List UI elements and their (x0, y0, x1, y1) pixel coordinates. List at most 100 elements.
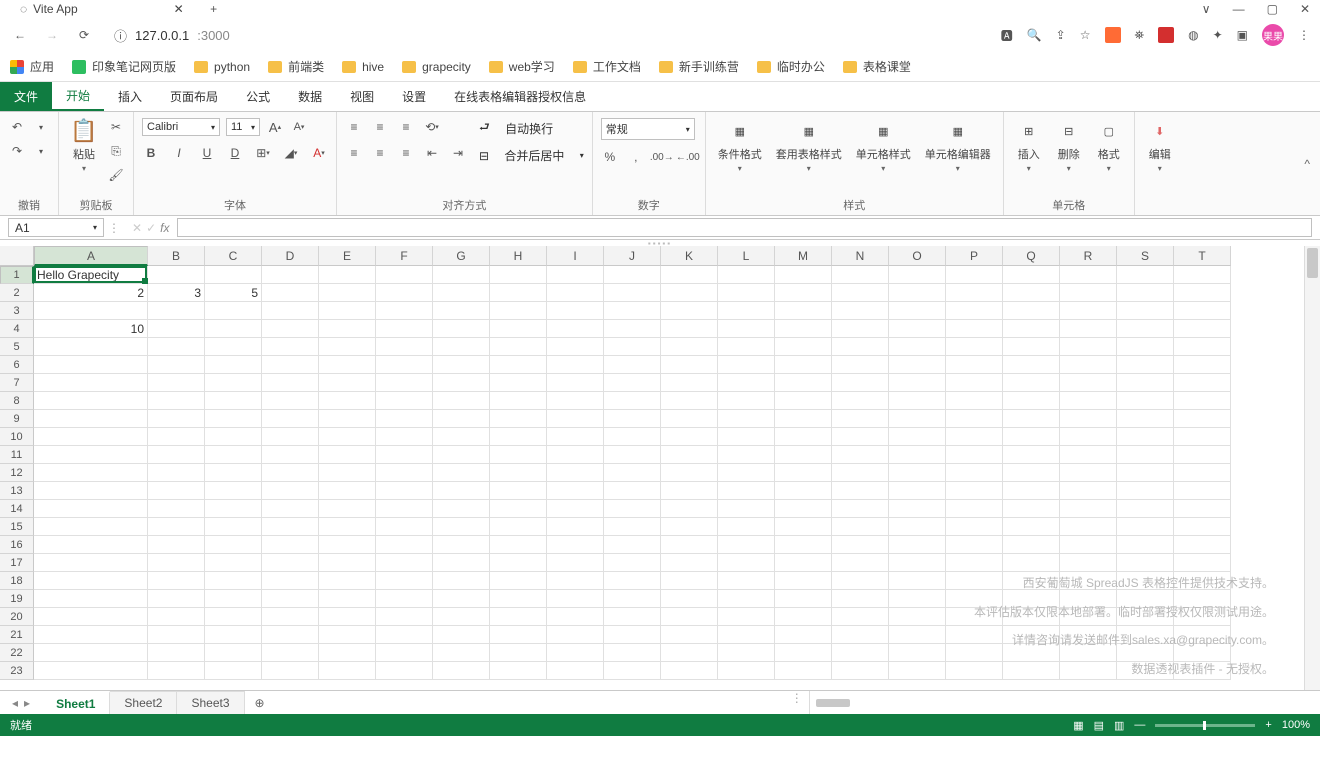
cell[interactable] (661, 590, 718, 608)
cell[interactable] (547, 500, 604, 518)
column-header[interactable]: Q (1003, 246, 1060, 266)
tab-settings[interactable]: 设置 (388, 82, 440, 111)
tab-page-layout[interactable]: 页面布局 (156, 82, 232, 111)
cell[interactable] (319, 518, 376, 536)
cell[interactable] (1060, 374, 1117, 392)
percent-style-button[interactable]: % (601, 148, 619, 166)
accept-formula-icon[interactable]: ✓ (146, 221, 156, 235)
cell[interactable] (832, 446, 889, 464)
cell[interactable] (1174, 500, 1231, 518)
cell[interactable] (319, 662, 376, 680)
cell[interactable] (604, 356, 661, 374)
cell[interactable] (1003, 302, 1060, 320)
shrink-font-button[interactable]: A▾ (290, 118, 308, 136)
cell[interactable] (775, 446, 832, 464)
cell[interactable] (148, 608, 205, 626)
cell[interactable] (376, 608, 433, 626)
cell[interactable] (832, 536, 889, 554)
cell[interactable] (319, 446, 376, 464)
cell[interactable] (319, 608, 376, 626)
cell[interactable] (490, 428, 547, 446)
cell[interactable] (661, 356, 718, 374)
table-format-button[interactable]: ▦套用表格样式▾ (772, 116, 846, 175)
formula-input[interactable] (177, 218, 1312, 237)
cell[interactable] (661, 410, 718, 428)
cell[interactable] (376, 572, 433, 590)
cell[interactable] (205, 626, 262, 644)
cell[interactable] (490, 518, 547, 536)
zoom-out-button[interactable]: — (1134, 719, 1145, 731)
cell[interactable] (433, 572, 490, 590)
extensions-icon[interactable]: ✦ (1213, 28, 1223, 42)
cell[interactable] (433, 446, 490, 464)
grow-font-button[interactable]: A▴ (266, 118, 284, 136)
cell[interactable] (775, 500, 832, 518)
cell[interactable] (889, 554, 946, 572)
cell[interactable] (775, 284, 832, 302)
window-close-icon[interactable]: ✕ (1300, 2, 1310, 16)
cell[interactable] (262, 428, 319, 446)
cell[interactable] (148, 644, 205, 662)
column-header[interactable]: S (1117, 246, 1174, 266)
cell[interactable] (433, 662, 490, 680)
copy-button[interactable]: ⎘ (107, 142, 125, 160)
cell[interactable] (1060, 338, 1117, 356)
cell[interactable] (1117, 644, 1174, 662)
ext-icon-1[interactable] (1105, 27, 1121, 43)
cell[interactable] (205, 536, 262, 554)
cell[interactable] (661, 266, 718, 284)
format-cells-button[interactable]: ▢格式▾ (1092, 116, 1126, 175)
tab-home[interactable]: 开始 (52, 82, 104, 111)
decrease-indent-button[interactable]: ⇤ (423, 144, 441, 162)
cell[interactable] (376, 410, 433, 428)
view-break-icon[interactable]: ▥ (1114, 719, 1124, 732)
cell[interactable] (319, 374, 376, 392)
cell[interactable] (1003, 392, 1060, 410)
cell[interactable] (376, 392, 433, 410)
cell[interactable] (376, 536, 433, 554)
cell[interactable] (832, 518, 889, 536)
cell[interactable] (1060, 284, 1117, 302)
cell[interactable] (832, 302, 889, 320)
cell[interactable] (547, 428, 604, 446)
cell[interactable] (1174, 482, 1231, 500)
cell[interactable] (1174, 662, 1231, 680)
cell[interactable] (433, 518, 490, 536)
cell[interactable] (661, 302, 718, 320)
cell[interactable] (262, 446, 319, 464)
cell[interactable] (490, 284, 547, 302)
bookmark-item[interactable]: 表格课堂 (843, 58, 911, 75)
cell[interactable] (262, 644, 319, 662)
cell[interactable] (1003, 320, 1060, 338)
cell[interactable] (718, 518, 775, 536)
cell[interactable] (604, 266, 661, 284)
cell[interactable] (34, 482, 148, 500)
cell[interactable] (718, 554, 775, 572)
cell[interactable] (718, 302, 775, 320)
cell[interactable] (433, 302, 490, 320)
cell[interactable]: 3 (148, 284, 205, 302)
double-underline-button[interactable]: D (226, 144, 244, 162)
align-middle-button[interactable]: ≡ (371, 118, 389, 136)
cell[interactable] (547, 572, 604, 590)
cell[interactable] (376, 518, 433, 536)
cell[interactable] (319, 392, 376, 410)
cell[interactable] (604, 410, 661, 428)
cell[interactable] (205, 374, 262, 392)
cell[interactable] (1117, 320, 1174, 338)
cell[interactable] (832, 500, 889, 518)
cell[interactable] (148, 536, 205, 554)
cell[interactable] (946, 662, 1003, 680)
cell[interactable] (205, 320, 262, 338)
row-header[interactable]: 5 (0, 338, 34, 356)
cell[interactable] (205, 356, 262, 374)
cell[interactable] (1174, 644, 1231, 662)
cell[interactable] (889, 356, 946, 374)
ext-icon-2[interactable]: ⛯ (1135, 28, 1145, 43)
cell[interactable] (490, 500, 547, 518)
cell[interactable] (946, 374, 1003, 392)
cell[interactable] (832, 590, 889, 608)
cell[interactable] (148, 356, 205, 374)
view-page-icon[interactable]: ▤ (1094, 719, 1104, 732)
cell[interactable] (376, 626, 433, 644)
